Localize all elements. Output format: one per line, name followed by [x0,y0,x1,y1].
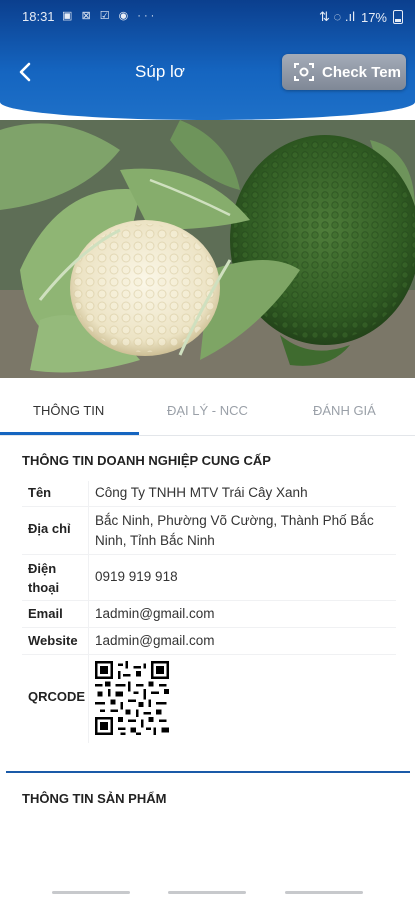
supplier-section-title: THÔNG TIN DOANH NGHIỆP CUNG CẤP [22,453,271,468]
tab-bar: THÔNG TIN ĐẠI LÝ - NCC ĐÁNH GIÁ [0,388,415,436]
tab-info[interactable]: THÔNG TIN [33,403,104,418]
row-value: 0919 919 918 [95,569,178,584]
signal-icons: ⇅ ◌ .ıl [319,9,355,24]
battery-percent: 17% [360,9,387,25]
row-label: Website [28,633,78,648]
table-row: QRCODE [22,655,396,743]
email-link[interactable]: 1admin@gmail.com [95,604,390,624]
row-label: Email [28,606,63,621]
table-row: Tên Công Ty TNHH MTV Trái Cây Xanh [22,481,396,507]
row-label: Địa chỉ [28,521,71,536]
nav-gesture-right [285,891,363,894]
row-label: Tên [28,485,52,500]
scan-icon [294,63,314,81]
nav-gesture-center[interactable] [168,891,246,894]
qr-code-image[interactable] [95,661,169,735]
status-right: ⇅ ◌ .ıl 17% [319,9,403,25]
table-row: Website 1admin@gmail.com [22,628,396,655]
website-link[interactable]: 1admin@gmail.com [95,631,390,651]
notification-icons: ▣ ⊠ ☑ ◉ ··· [62,10,158,22]
cauliflower-broccoli-image [0,120,415,378]
tab-dealer[interactable]: ĐẠI LÝ - NCC [167,403,248,418]
product-image [0,120,415,378]
product-section-title: THÔNG TIN SẢN PHẨM [22,791,167,806]
status-time: 18:31 [22,9,55,24]
row-value: Công Ty TNHH MTV Trái Cây Xanh [95,485,308,500]
table-row: Điện thoại 0919 919 918 [22,555,396,601]
page-title: Súp lơ [135,62,185,81]
table-row: Email 1admin@gmail.com [22,601,396,628]
back-arrow-icon [19,62,31,82]
active-tab-indicator [0,432,139,435]
battery-icon [393,10,403,24]
check-tem-button[interactable]: Check Tem [282,54,406,90]
supplier-info-table: Tên Công Ty TNHH MTV Trái Cây Xanh Địa c… [22,481,396,743]
table-row: Địa chỉ Bắc Ninh, Phường Võ Cường, Thành… [22,507,396,555]
nav-gesture-left [52,891,130,894]
row-value: Bắc Ninh, Phường Võ Cường, Thành Phố Bắc… [95,513,374,548]
tab-reviews[interactable]: ĐÁNH GIÁ [313,403,376,418]
section-divider [6,771,410,773]
back-button[interactable] [14,58,38,86]
check-tem-label: Check Tem [322,63,401,81]
row-label: QRCODE [28,689,86,704]
status-bar: 18:31 ▣ ⊠ ☑ ◉ ··· ⇅ ◌ .ıl 17% [0,0,415,32]
row-label: Điện thoại [28,561,60,595]
